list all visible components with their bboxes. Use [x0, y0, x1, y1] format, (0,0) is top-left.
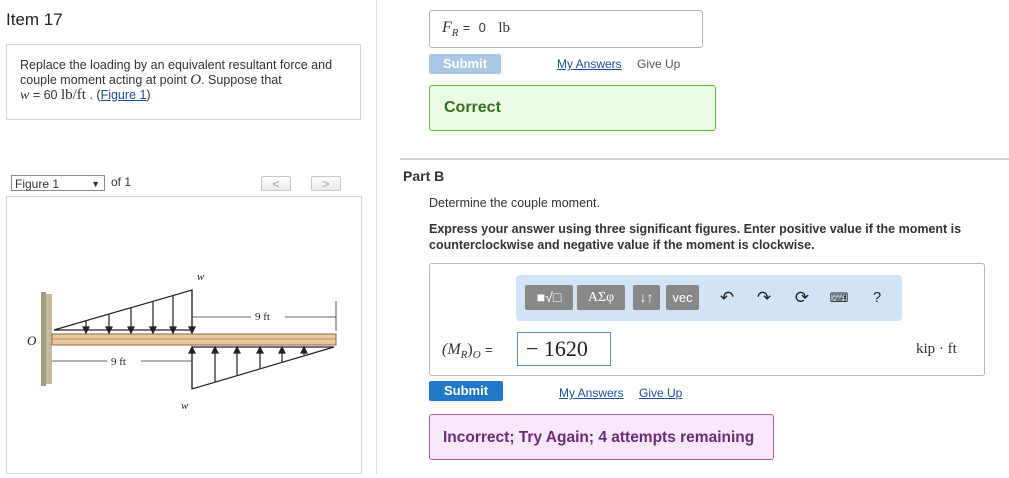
fr-equals: = [462, 20, 471, 35]
beam-diagram: O w 9 ft w 9 ft [27, 271, 337, 412]
part-a-submit-button[interactable]: Submit [429, 54, 501, 74]
figure-count: of 1 [111, 175, 132, 189]
top-distributed-load [53, 289, 193, 331]
part-b-feedback: Incorrect; Try Again; 4 attempts remaini… [443, 429, 755, 446]
part-a-feedback: Correct [444, 99, 501, 116]
part-b-title: Part B [403, 168, 445, 184]
mr-label: (MR)O = [442, 341, 493, 361]
moment-answer-input[interactable]: − 1620 [517, 332, 611, 366]
chevron-left-icon: < [272, 177, 280, 191]
part-b-prompt: Determine the couple moment. [429, 196, 600, 210]
mr-symbol: (M [442, 341, 461, 358]
item-title: Item 17 [6, 10, 63, 29]
fr-symbol: F [442, 19, 452, 36]
top-load-arrows [82, 290, 196, 335]
figure-toolbar: Figure 1 ▼ of 1 < > [6, 172, 362, 194]
subscript-superscript-button[interactable]: ↓↑ [633, 285, 660, 310]
top-dimension-label: 9 ft [255, 311, 270, 323]
figure-link[interactable]: Figure 1 [101, 88, 147, 102]
vector-button[interactable]: vec [666, 285, 699, 310]
fr-unit: lb [498, 20, 511, 36]
wall-edge [41, 292, 46, 386]
fr-value: 0 [478, 20, 486, 35]
w-unit: lb/ft [60, 87, 86, 103]
figure-point-o: O [27, 333, 37, 348]
dropdown-arrow-icon: ▼ [91, 179, 100, 189]
reset-icon[interactable]: ⟳ [791, 287, 813, 309]
prev-figure-button[interactable]: < [261, 176, 291, 191]
undo-icon[interactable]: ↶ [716, 287, 738, 309]
math-toolbar: ■√□ ΑΣφ ↓↑ vec ↶ ↷ ⟳ ⌨ ? [516, 275, 902, 321]
redo-icon[interactable]: ↷ [753, 287, 775, 309]
part-a-answer-box: FR = 0 lb [429, 10, 703, 48]
part-divider [400, 158, 1009, 160]
part-a-feedback-box: Correct [429, 85, 716, 131]
help-button[interactable]: ? [866, 287, 888, 309]
keyboard-icon[interactable]: ⌨ [828, 287, 850, 309]
figure-select[interactable]: Figure 1 ▼ [11, 175, 105, 191]
next-figure-button[interactable]: > [311, 176, 341, 191]
column-divider [376, 0, 377, 474]
part-a-answer: FR = 0 lb [442, 19, 510, 39]
templates-button[interactable]: ■√□ [525, 285, 573, 310]
bottom-load-arrows [188, 345, 308, 389]
problem-text-part: . Suppose that [201, 73, 282, 87]
fr-subscript: R [451, 27, 459, 39]
part-b-answer-box: ■√□ ΑΣφ ↓↑ vec ↶ ↷ ⟳ ⌨ ? (MR)O = − 1620 … [429, 263, 985, 376]
part-b-give-up-link[interactable]: Give Up [639, 386, 682, 400]
part-a-give-up-link[interactable]: Give Up [637, 57, 680, 71]
problem-statement: Replace the loading by an equivalent res… [20, 58, 333, 103]
moment-unit: kip · ft [916, 341, 957, 357]
w-top-label: w [197, 271, 205, 283]
problem-statement-box: Replace the loading by an equivalent res… [6, 44, 361, 120]
point-o-label: O [190, 72, 202, 88]
part-b-my-answers-link[interactable]: My Answers [559, 386, 624, 400]
w-bottom-label: w [181, 400, 189, 412]
bottom-dimension-label: 9 ft [111, 356, 126, 368]
w-variable: w [20, 88, 30, 103]
w-equals: = 60 [29, 88, 61, 102]
figure-select-value: Figure 1 [15, 177, 60, 191]
figure-panel: O w 9 ft w 9 ft [6, 196, 362, 474]
mr-equals: = [485, 342, 493, 357]
mr-point: O [472, 349, 481, 362]
part-a-my-answers-link[interactable]: My Answers [557, 57, 622, 71]
chevron-right-icon: > [322, 177, 330, 191]
problem-text-part: Replace the loading by an equivalent res… [20, 58, 333, 87]
symbols-button[interactable]: ΑΣφ [577, 285, 625, 310]
part-b-submit-button[interactable]: Submit [429, 381, 503, 401]
part-b-feedback-box: Incorrect; Try Again; 4 attempts remaini… [429, 414, 774, 460]
part-b-instructions: Express your answer using three signific… [429, 222, 962, 252]
